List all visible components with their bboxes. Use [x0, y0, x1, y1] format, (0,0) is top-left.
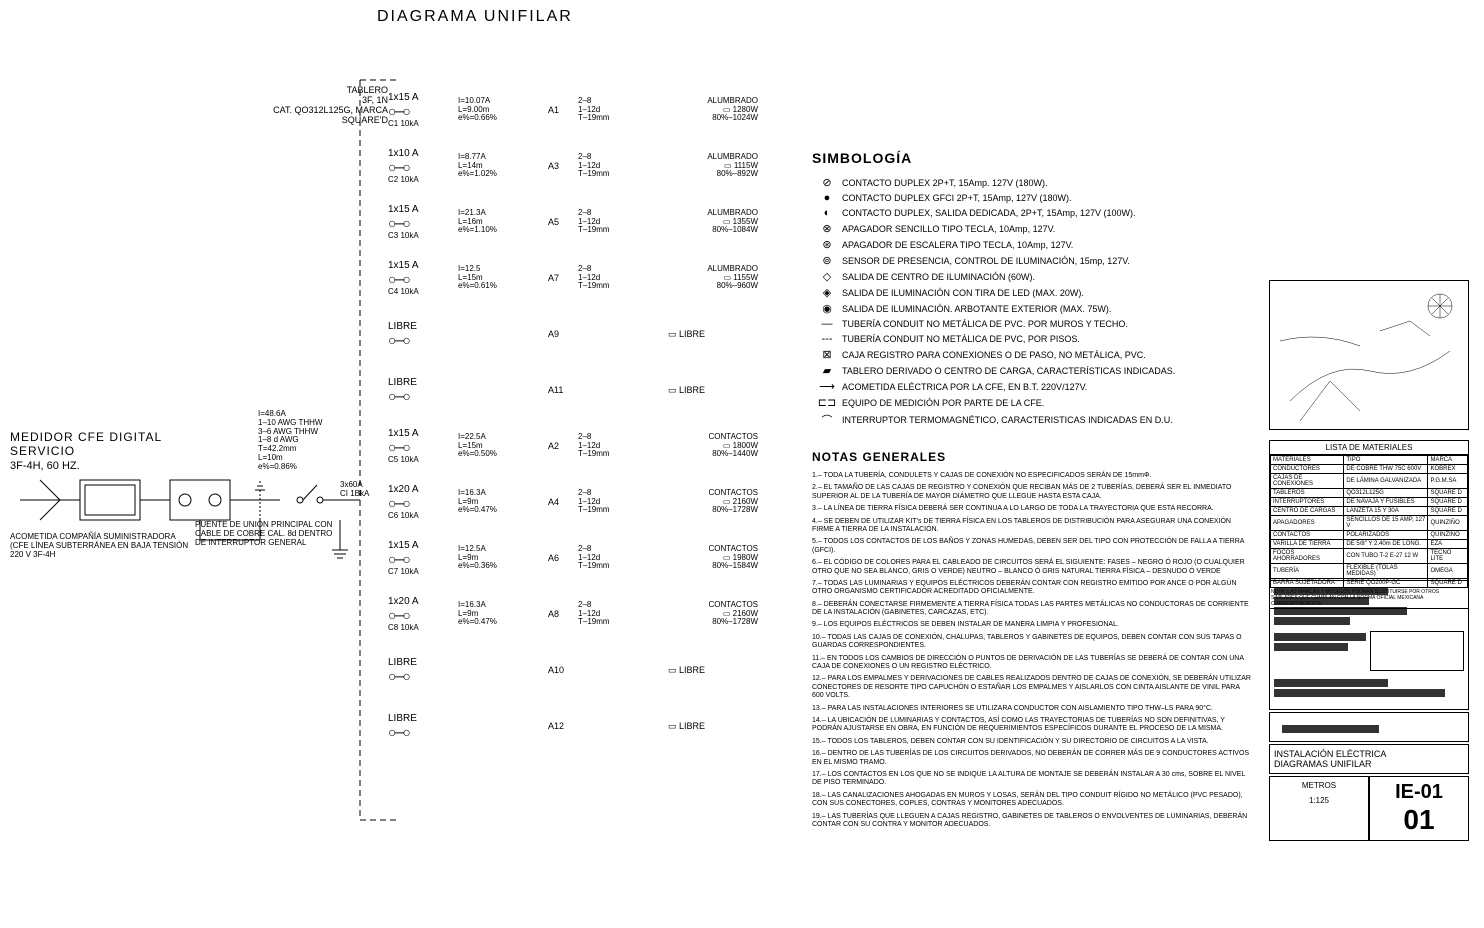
note-item: 10.– TODAS LAS CAJAS DE CONEXIÓN, CHALUP… — [812, 634, 1252, 651]
circuit-row: 1x15 A○─○C7 10kAI=12.5AL=9me%=0.36%A62–8… — [388, 530, 758, 586]
circuit-row: 1x20 A○─○C8 10kAI=16.3AL=9me%=0.47%A82–8… — [388, 586, 758, 642]
symbol-row: ▰TABLERO DERIVADO O CENTRO DE CARGA, CAR… — [812, 364, 1232, 377]
circuit-row: LIBRE○─○A9▭ LIBRE — [388, 306, 758, 362]
note-item: 16.– DENTRO DE LAS TUBERÍAS DE LOS CIRCU… — [812, 750, 1252, 767]
symbol-row: ◐CONTACTO DUPLEX, SALIDA DEDICADA, 2P+T,… — [812, 207, 1232, 219]
symbol-row: ⟶ACOMETIDA ELÉCTRICA POR LA CFE, EN B.T.… — [812, 380, 1232, 393]
circuit-list: 1x15 A○─○C1 10kAI=10.07AL=9.00me%=0.66%A… — [388, 82, 758, 754]
symbol-row: ⊘CONTACTO DUPLEX 2P+T, 15Amp. 127V (180W… — [812, 176, 1232, 189]
symbol-row: ---TUBERÍA CONDUIT NO METÁLICA DE PVC, P… — [812, 333, 1232, 345]
metros-label: METROS — [1274, 781, 1364, 790]
note-item: 2.– EL TAMAÑO DE LAS CAJAS DE REGISTRO Y… — [812, 484, 1252, 501]
note-item: 17.– LOS CONTACTOS EN LOS QUE NO SE INDI… — [812, 771, 1252, 788]
note-item: 12.– PARA LOS EMPALMES Y DERIVACIONES DE… — [812, 675, 1252, 700]
tablero-label: TABLERO 3F, 1N CAT. QO312L125G, MARCA SQ… — [268, 85, 388, 125]
tablero-line1: TABLERO — [268, 85, 388, 95]
sheet-num: 01 — [1374, 804, 1464, 836]
symbology-title: SIMBOLOGÍA — [812, 150, 1232, 166]
circuit-row: LIBRE○─○A10▭ LIBRE — [388, 642, 758, 698]
note-item: 11.– EN TODOS LOS CAMBIOS DE DIRECCIÓN O… — [812, 655, 1252, 672]
page-title: DIAGRAMA UNIFILAR — [377, 8, 573, 26]
symbol-row: ⊏⊐EQUIPO DE MEDICIÓN POR PARTE DE LA CFE… — [812, 396, 1232, 409]
note-item: 15.– TODOS LOS TABLEROS, DEBEN CONTAR CO… — [812, 738, 1252, 746]
note-item: 5.– TODOS LOS CONTACTOS DE LOS BAÑOS Y Z… — [812, 538, 1252, 555]
symbol-row: ⊗APAGADOR SENCILLO TIPO TECLA, 10Amp, 12… — [812, 222, 1232, 235]
tablero-line3: CAT. QO312L125G, MARCA SQUARE'D — [268, 105, 388, 125]
note-item: 4.– SE DEBEN DE UTILIZAR KIT's DE TIERRA… — [812, 518, 1252, 535]
note-item: 13.– PARA LAS INSTALACIONES INTERIORES S… — [812, 705, 1252, 713]
symbol-row: ◇SALIDA DE CENTRO DE ILUMINACIÓN (60W). — [812, 270, 1232, 283]
note-item: 7.– TODAS LAS LUMINARIAS Y EQUIPOS ELÉCT… — [812, 580, 1252, 597]
symbol-row: ⊛APAGADOR DE ESCALERA TIPO TECLA, 10Amp,… — [812, 238, 1232, 251]
circuit-row: LIBRE○─○A12▭ LIBRE — [388, 698, 758, 754]
circuit-row: 1x20 A○─○C6 10kAI=16.3AL=9me%=0.47%A42–8… — [388, 474, 758, 530]
circuit-row: 1x15 A○─○C3 10kAI=21.3AL=16me%=1.10%A52–… — [388, 194, 758, 250]
note-item: 18.– LAS CANALIZACIONES AHOGADAS EN MURO… — [812, 792, 1252, 809]
note-item: 9.– LOS EQUIPOS ELÉCTRICOS SE DEBEN INST… — [812, 621, 1252, 629]
symbol-row: ⊚SENSOR DE PRESENCIA, CONTROL DE ILUMINA… — [812, 254, 1232, 267]
note-item: 19.– LAS TUBERÍAS QUE LLEGUEN A CAJAS RE… — [812, 813, 1252, 830]
symbol-row: ◈SALIDA DE ILUMINACIÓN CON TIRA DE LED (… — [812, 286, 1232, 299]
inst-sub: DIAGRAMAS UNIFILAR — [1274, 759, 1464, 769]
service-diagram — [0, 60, 400, 860]
material-list-title: LISTA DE MATERIALES — [1270, 441, 1468, 455]
puente-note: PUENTE DE UNIÓN PRINCIPAL CON CABLE DE C… — [195, 520, 335, 547]
feeder-params: I=48.6A 1–10 AWG THHW 3–6 AWG THHW 1–8 d… — [258, 410, 322, 472]
main-breaker: 3x60A CI 1BkA — [340, 480, 369, 498]
symbol-row: ◉SALIDA DE ILUMINACIÓN. ARBOTANTE EXTERI… — [812, 302, 1232, 315]
symbol-row: —TUBERÍA CONDUIT NO METÁLICA DE PVC. POR… — [812, 318, 1232, 330]
symbology-block: SIMBOLOGÍA ⊘CONTACTO DUPLEX 2P+T, 15Amp.… — [812, 150, 1232, 431]
notes-title: NOTAS GENERALES — [812, 450, 1252, 464]
circuit-row: 1x15 A○─○C4 10kAI=12.5L=15me%=0.61%A72–8… — [388, 250, 758, 306]
circuit-row: 1x15 A○─○C1 10kAI=10.07AL=9.00me%=0.66%A… — [388, 82, 758, 138]
notes-block: NOTAS GENERALES 1.– TODA LA TUBERÍA, CON… — [812, 450, 1252, 833]
symbol-row: ●CONTACTO DUPLEX GFCI 2P+T, 15Amp, 127V … — [812, 192, 1232, 204]
note-item: 1.– TODA LA TUBERÍA, CONDULETS Y CAJAS D… — [812, 472, 1252, 480]
circuit-row: 1x15 A○─○C5 10kAI=22.5AL=15me%=0.50%A22–… — [388, 418, 758, 474]
sheet-code: IE-01 — [1374, 781, 1464, 804]
note-item: 3.– LA LÍNEA DE TIERRA FÍSICA DEBERÁ SER… — [812, 505, 1252, 513]
location-map — [1269, 280, 1469, 430]
circuit-row: LIBRE○─○A11▭ LIBRE — [388, 362, 758, 418]
note-item: 6.– EL CÓDIGO DE COLORES PARA EL CABLEAD… — [812, 559, 1252, 576]
symbol-row: ⌒INTERRUPTOR TERMOMAGNÉTICO, CARACTERIST… — [812, 412, 1232, 428]
note-item: 14.– LA UBICACIÓN DE LUMINARIAS Y CONTAC… — [812, 717, 1252, 734]
symbol-row: ⊠CAJA REGISTRO PARA CONEXIONES O DE PASO… — [812, 348, 1232, 361]
title-block: INSTALACIÓN ELÉCTRICA DIAGRAMAS UNIFILAR… — [1269, 580, 1469, 841]
inst-title: INSTALACIÓN ELÉCTRICA — [1274, 749, 1464, 759]
note-item: 8.– DEBERÁN CONECTARSE FIRMEMENTE A TIER… — [812, 601, 1252, 618]
tablero-line2: 3F, 1N — [268, 95, 388, 105]
circuit-row: 1x10 A○─○C2 10kAI=8.77AL=14me%=1.02%A32–… — [388, 138, 758, 194]
scale-label: 1:125 — [1274, 796, 1364, 805]
